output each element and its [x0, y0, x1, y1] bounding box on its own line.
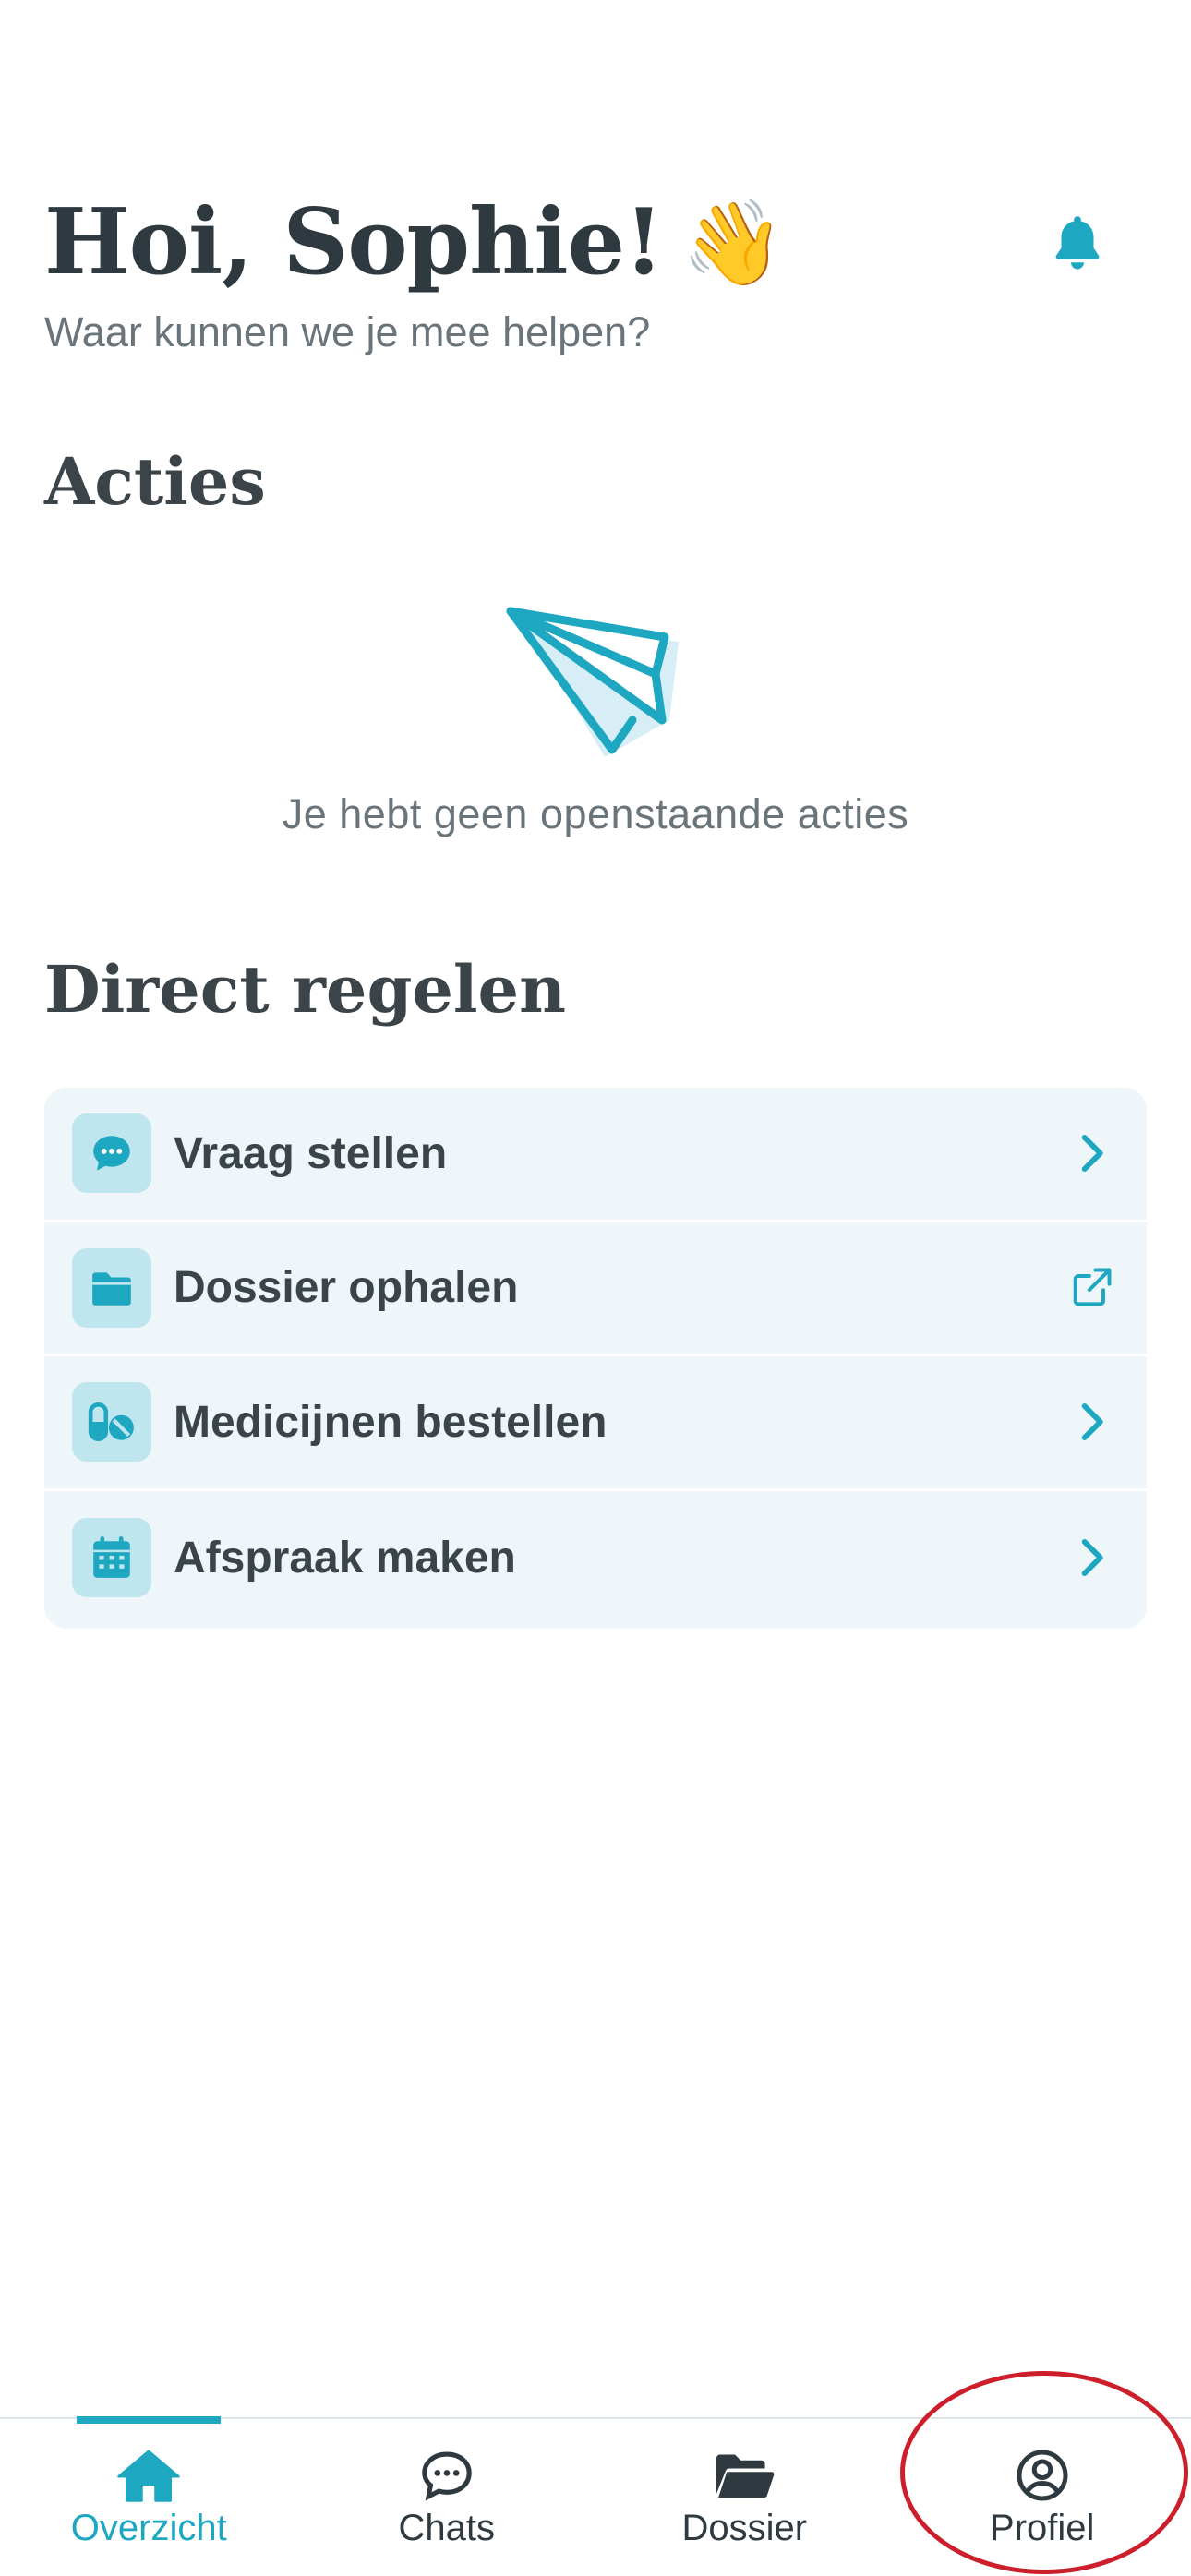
- chevron-right-icon: [1064, 1125, 1119, 1181]
- tab-overzicht[interactable]: Overzicht: [0, 2416, 298, 2576]
- direct-item-label: Afspraak maken: [174, 1533, 516, 1583]
- direct-item-vraag-stellen[interactable]: Vraag stellen: [44, 1088, 1147, 1222]
- tab-dossier[interactable]: Dossier: [596, 2419, 894, 2576]
- external-link-icon: [1064, 1260, 1119, 1316]
- actions-title: Acties: [44, 443, 266, 520]
- direct-title: Direct regelen: [44, 951, 566, 1028]
- direct-actions-list: Vraag stellen Dossier ophalen Medicijnen…: [44, 1088, 1147, 1629]
- tab-chats[interactable]: Chats: [298, 2419, 596, 2576]
- direct-item-medicijnen-bestellen[interactable]: Medicijnen bestellen: [44, 1356, 1147, 1491]
- tab-label: Profiel: [990, 2508, 1095, 2548]
- empty-actions-text: Je hebt geen openstaande acties: [282, 790, 909, 837]
- header: Hoi, Sophie! 👋 Waar kunnen we je mee hel…: [44, 189, 1147, 356]
- calendar-icon: [72, 1518, 151, 1598]
- active-tab-indicator: [77, 2416, 222, 2424]
- tab-label: Overzicht: [70, 2508, 227, 2548]
- chat-icon: [415, 2447, 479, 2504]
- bottom-tab-bar: Overzicht Chats Dossier Profiel: [0, 2416, 1191, 2576]
- greeting: Hoi, Sophie! 👋: [44, 189, 785, 295]
- chevron-right-icon: [1064, 1530, 1119, 1585]
- greeting-text: Hoi, Sophie!: [44, 189, 664, 295]
- direct-item-dossier-ophalen[interactable]: Dossier ophalen: [44, 1222, 1147, 1356]
- tab-label: Dossier: [681, 2508, 808, 2548]
- folder-open-icon: [712, 2447, 776, 2504]
- user-circle-icon: [1010, 2447, 1075, 2504]
- home-icon: [116, 2447, 181, 2504]
- greeting-row: Hoi, Sophie! 👋: [44, 189, 1147, 295]
- bell-icon[interactable]: [1045, 211, 1110, 275]
- tab-label: Chats: [398, 2508, 496, 2548]
- direct-item-label: Medicijnen bestellen: [174, 1397, 608, 1447]
- chat-bubble-icon: [72, 1113, 151, 1194]
- actions-empty-state: Je hebt geen openstaande acties: [0, 600, 1191, 838]
- pills-icon: [72, 1382, 151, 1463]
- chevron-right-icon: [1064, 1394, 1119, 1450]
- folder-icon: [72, 1247, 151, 1328]
- direct-item-label: Dossier ophalen: [174, 1263, 519, 1313]
- wave-emoji: 👋: [680, 193, 785, 292]
- tab-profiel[interactable]: Profiel: [894, 2419, 1191, 2576]
- paper-plane-icon: [506, 607, 679, 757]
- subtitle: Waar kunnen we je mee helpen?: [44, 308, 651, 355]
- direct-item-afspraak-maken[interactable]: Afspraak maken: [44, 1491, 1147, 1626]
- direct-item-label: Vraag stellen: [174, 1128, 448, 1178]
